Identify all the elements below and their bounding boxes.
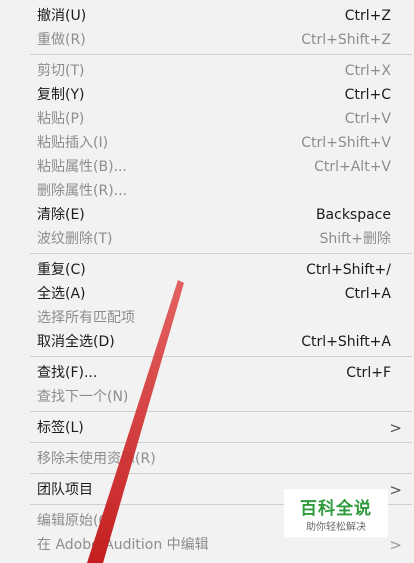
menu-separator: [30, 442, 412, 443]
menu-item-label: 粘贴(P): [37, 111, 85, 127]
menu-item-label: 查找(F)...: [37, 365, 98, 381]
menu-item-paste-attributes[interactable]: 粘贴属性(B)... Ctrl+Alt+V: [0, 155, 414, 179]
menu-item-cut[interactable]: 剪切(T) Ctrl+X: [0, 59, 414, 83]
menu-item-select-all-matching[interactable]: 选择所有匹配项: [0, 306, 414, 330]
menu-item-label: 波纹删除(T): [37, 231, 113, 247]
menu-separator: [30, 411, 412, 412]
menu-separator: [30, 54, 412, 55]
menu-item-deselect-all[interactable]: 取消全选(D) Ctrl+Shift+A: [0, 330, 414, 354]
menu-item-remove-unused[interactable]: 移除未使用资源(R): [0, 447, 414, 471]
menu-item-label: 编辑原始(O): [37, 513, 115, 529]
menu-item-label: 标签(L): [37, 420, 84, 436]
menu-item-shortcut: Shift+删除: [319, 231, 391, 247]
menu-item-shortcut: Ctrl+Shift+Z: [301, 32, 391, 48]
menu-item-duplicate[interactable]: 重复(C) Ctrl+Shift+/: [0, 258, 414, 282]
menu-separator: [30, 473, 412, 474]
menu-item-shortcut: Backspace: [315, 207, 391, 223]
menu-item-ripple-delete[interactable]: 波纹删除(T) Shift+删除: [0, 227, 414, 251]
chevron-right-icon: >: [389, 419, 402, 437]
menu-item-label-submenu[interactable]: 标签(L) >: [0, 416, 414, 440]
menu-item-redo[interactable]: 重做(R) Ctrl+Shift+Z: [0, 28, 414, 52]
menu-item-shortcut: Ctrl+C: [344, 87, 391, 103]
menu-item-label: 取消全选(D): [37, 334, 115, 350]
menu-item-find[interactable]: 查找(F)... Ctrl+F: [0, 361, 414, 385]
menu-item-shortcut: Ctrl+Alt+V: [314, 159, 391, 175]
menu-item-remove-attributes[interactable]: 删除属性(R)...: [0, 179, 414, 203]
menu-item-label: 重复(C): [37, 262, 86, 278]
menu-item-label: 移除未使用资源(R): [37, 451, 156, 467]
menu-separator: [30, 253, 412, 254]
menu-item-select-all[interactable]: 全选(A) Ctrl+A: [0, 282, 414, 306]
menu-item-copy[interactable]: 复制(Y) Ctrl+C: [0, 83, 414, 107]
menu-item-shortcut: Ctrl+Z: [344, 8, 391, 24]
menu-item-shortcut: Ctrl+X: [344, 63, 391, 79]
menu-item-undo[interactable]: 撤消(U) Ctrl+Z: [0, 4, 414, 28]
menu-item-label: 团队项目: [37, 482, 93, 498]
menu-item-label: 剪切(T): [37, 63, 85, 79]
menu-item-paste[interactable]: 粘贴(P) Ctrl+V: [0, 107, 414, 131]
chevron-right-icon: >: [389, 481, 402, 499]
menu-item-label: 撤消(U): [37, 8, 87, 24]
menu-item-shortcut: Ctrl+F: [346, 365, 391, 381]
menu-item-label: 粘贴属性(B)...: [37, 159, 127, 175]
menu-item-label: 全选(A): [37, 286, 86, 302]
menu-item-shortcut: Ctrl+Shift+V: [301, 135, 391, 151]
menu-item-shortcut: Ctrl+Shift+/: [306, 262, 391, 278]
menu-item-clear[interactable]: 清除(E) Backspace: [0, 203, 414, 227]
menu-item-label: 清除(E): [37, 207, 85, 223]
watermark-title: 百科全说: [300, 499, 372, 519]
menu-item-label: 选择所有匹配项: [37, 310, 135, 326]
menu-item-label: 复制(Y): [37, 87, 85, 103]
menu-item-label: 在 Adobe Audition 中编辑: [37, 537, 209, 553]
menu-item-label: 删除属性(R)...: [37, 183, 128, 199]
menu-item-label: 查找下一个(N): [37, 389, 129, 405]
menu-item-shortcut: Ctrl+V: [344, 111, 391, 127]
menu-item-label: 粘贴插入(I): [37, 135, 109, 151]
edit-context-menu: 撤消(U) Ctrl+Z 重做(R) Ctrl+Shift+Z 剪切(T) Ct…: [0, 0, 414, 563]
watermark-subtitle: 助你轻松解决: [306, 522, 366, 533]
menu-item-shortcut: Ctrl+Shift+A: [301, 334, 391, 350]
menu-item-label: 重做(R): [37, 32, 86, 48]
watermark-logo: 百科全说 助你轻松解决: [284, 489, 388, 537]
menu-item-find-next[interactable]: 查找下一个(N): [0, 385, 414, 409]
menu-item-paste-insert[interactable]: 粘贴插入(I) Ctrl+Shift+V: [0, 131, 414, 155]
menu-separator: [30, 356, 412, 357]
menu-item-shortcut: Ctrl+A: [344, 286, 391, 302]
chevron-right-icon: >: [389, 536, 402, 554]
